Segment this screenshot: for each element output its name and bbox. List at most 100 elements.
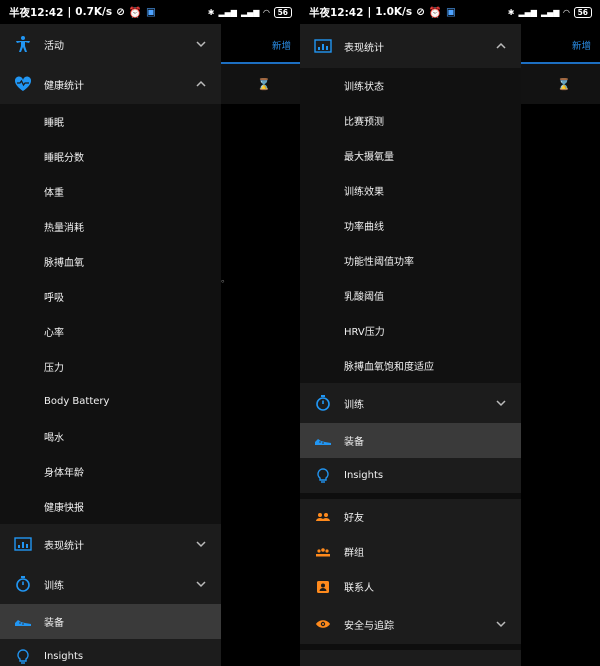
drawer-subitem-training-effect[interactable]: 训练效果 bbox=[300, 173, 521, 208]
right-screenshot: 半夜12:42 | 1.0K/s ⊘ ⏰ ▣ ✱ ▂▄▆ ▂▄▆ ◠ 56 新增… bbox=[300, 0, 600, 666]
drawer-item-gear[interactable]: 装备 bbox=[0, 604, 221, 639]
add-link[interactable]: 新增 bbox=[572, 38, 591, 52]
drawer-item-groups[interactable]: 群组 bbox=[300, 534, 521, 569]
drawer-subitem-power-curve[interactable]: 功率曲线 bbox=[300, 208, 521, 243]
drawer-subitem-hydration[interactable]: 喝水 bbox=[0, 419, 221, 454]
drawer-item-activity[interactable]: 活动 bbox=[0, 24, 221, 64]
drawer-subitem-health-snapshot[interactable]: 健康快报 bbox=[0, 489, 221, 524]
drawer-item-label: Insights bbox=[344, 470, 384, 481]
drawer-item-contacts[interactable]: 联系人 bbox=[300, 569, 521, 604]
drawer-item-friends[interactable]: 好友 bbox=[300, 499, 521, 534]
hourglass-icon: ⌛ bbox=[257, 78, 271, 91]
drawer-subitem-respiration[interactable]: 呼吸 bbox=[0, 279, 221, 314]
health-submenu: 睡眠 睡眠分数 体重 热量消耗 脉搏血氧 呼吸 心率 压力 Body Batte… bbox=[0, 104, 221, 524]
drawer-subitem-calories[interactable]: 热量消耗 bbox=[0, 209, 221, 244]
drawer-item-health[interactable]: 健康统计 bbox=[0, 64, 221, 104]
drawer-subitem-hrv-stress[interactable]: HRV压力 bbox=[300, 313, 521, 348]
drawer-item-training[interactable]: 训练 bbox=[0, 564, 221, 604]
drawer-item-label: 训练 bbox=[44, 580, 64, 592]
drawer-item-label: 活动 bbox=[44, 40, 64, 52]
drawer-item-safety[interactable]: 安全与追踪 bbox=[300, 604, 521, 644]
signal-icon: ▂▄▆ bbox=[518, 7, 537, 17]
drawer-subitem-heart-rate[interactable]: 心率 bbox=[0, 314, 221, 349]
drawer-item-label: 训练 bbox=[344, 399, 364, 411]
performance-submenu: 训练状态 比赛预测 最大摄氧量 训练效果 功率曲线 功能性阈值功率 乳酸阈值 H… bbox=[300, 68, 521, 383]
drawer-item-performance[interactable]: 表现统计 bbox=[0, 524, 221, 564]
background-toolbar: ⌛ bbox=[521, 64, 600, 104]
status-bar: 半夜12:42 | 1.0K/s ⊘ ⏰ ▣ ✱ ▂▄▆ ▂▄▆ ◠ 56 bbox=[300, 0, 600, 24]
app-notification-icon: ▣ bbox=[446, 6, 456, 18]
add-link[interactable]: 新增 bbox=[272, 38, 291, 52]
battery-icon: 56 bbox=[273, 6, 292, 18]
drawer-subitem-training-status[interactable]: 训练状态 bbox=[300, 68, 521, 103]
wifi-icon: ◠ bbox=[563, 7, 570, 17]
chevron-up-icon[interactable] bbox=[195, 78, 207, 90]
drawer-item-label: 好友 bbox=[344, 513, 364, 524]
drawer-item-label: 装备 bbox=[344, 437, 364, 448]
background-mark: 。 bbox=[221, 275, 231, 285]
drawer-item-insights[interactable]: Insights bbox=[300, 458, 521, 493]
drawer-subitem-body-battery[interactable]: Body Battery bbox=[0, 384, 221, 419]
drawer-subitem-lactate-threshold[interactable]: 乳酸阈值 bbox=[300, 278, 521, 313]
lightbulb-icon bbox=[314, 467, 332, 485]
status-bar: 半夜12:42 | 0.7K/s ⊘ ⏰ ▣ ✱ ▂▄▆ ▂▄▆ ◠ 56 bbox=[0, 0, 300, 24]
drawer-item-training[interactable]: 训练 bbox=[300, 383, 521, 423]
contacts-icon bbox=[314, 578, 332, 596]
drawer-item-insights[interactable]: Insights bbox=[0, 639, 221, 666]
drawer-subitem-fitness-age[interactable]: 身体年龄 bbox=[0, 454, 221, 489]
drawer-item-label: 安全与追踪 bbox=[344, 620, 394, 632]
eye-icon bbox=[314, 615, 332, 633]
drawer-item-label: 装备 bbox=[44, 618, 64, 629]
network-speed: 0.7K/s bbox=[75, 6, 113, 18]
shoe-icon bbox=[314, 432, 332, 450]
alarm-icon: ⏰ bbox=[128, 6, 142, 19]
groups-icon bbox=[314, 543, 332, 561]
friends-icon bbox=[314, 508, 332, 526]
hourglass-icon: ⌛ bbox=[557, 78, 571, 91]
drawer-subitem-stress[interactable]: 压力 bbox=[0, 349, 221, 384]
drawer-item-gear[interactable]: 装备 bbox=[300, 423, 521, 458]
stopwatch-icon bbox=[14, 575, 32, 593]
drawer-subitem-pulse-ox-acclimation[interactable]: 脉搏血氧饱和度适应 bbox=[300, 348, 521, 383]
drawer-subitem-ftp[interactable]: 功能性阈值功率 bbox=[300, 243, 521, 278]
background-app: 新增 ⌛ bbox=[521, 24, 600, 666]
drawer-subitem-weight[interactable]: 体重 bbox=[0, 174, 221, 209]
navigation-drawer: 表现统计 训练状态 比赛预测 最大摄氧量 训练效果 功率曲线 功能性阈值功率 乳… bbox=[300, 24, 521, 666]
chevron-down-icon[interactable] bbox=[495, 397, 507, 409]
chevron-up-icon[interactable] bbox=[495, 40, 507, 52]
drawer-subitem-vo2max[interactable]: 最大摄氧量 bbox=[300, 138, 521, 173]
signal-icon-2: ▂▄▆ bbox=[540, 7, 560, 17]
drawer-item-performance[interactable]: 表现统计 bbox=[300, 24, 521, 68]
drawer-subitem-race-predictor[interactable]: 比赛预测 bbox=[300, 103, 521, 138]
stopwatch-icon bbox=[314, 394, 332, 412]
status-time: 半夜12:42 bbox=[9, 6, 64, 19]
app-notification-icon: ▣ bbox=[146, 6, 156, 18]
network-speed: 1.0K/s bbox=[375, 6, 413, 18]
section-divider bbox=[300, 644, 521, 650]
background-app: 新增 ⌛ 。 bbox=[221, 24, 300, 666]
no-disturb-icon: ⊘ bbox=[116, 6, 125, 18]
drawer-subitem-sleep[interactable]: 睡眠 bbox=[0, 104, 221, 139]
chevron-down-icon[interactable] bbox=[195, 38, 207, 50]
drawer-item-label: 联系人 bbox=[344, 583, 374, 594]
drawer-subitem-pulse-ox[interactable]: 脉搏血氧 bbox=[0, 244, 221, 279]
no-disturb-icon: ⊘ bbox=[416, 6, 425, 18]
battery-icon: 56 bbox=[573, 6, 592, 18]
drawer-item-label: Insights bbox=[44, 651, 84, 662]
chevron-down-icon[interactable] bbox=[495, 618, 507, 630]
signal-icon: ▂▄▆ bbox=[218, 7, 237, 17]
drawer-item-label: 健康统计 bbox=[44, 80, 84, 92]
drawer-item-label: 群组 bbox=[344, 548, 364, 559]
drawer-item-label: 表现统计 bbox=[344, 42, 384, 54]
signal-icon-2: ▂▄▆ bbox=[240, 7, 260, 17]
chevron-down-icon[interactable] bbox=[195, 578, 207, 590]
navigation-drawer: 活动 健康统计 睡眠 睡眠分数 体重 热量消耗 脉搏血氧 呼吸 心率 压力 Bo… bbox=[0, 24, 221, 666]
activity-icon bbox=[14, 35, 32, 53]
background-toolbar: ⌛ bbox=[221, 64, 300, 104]
performance-chart-icon bbox=[314, 37, 332, 55]
performance-chart-icon bbox=[14, 535, 32, 553]
shoe-icon bbox=[14, 613, 32, 631]
alarm-icon: ⏰ bbox=[428, 6, 442, 19]
chevron-down-icon[interactable] bbox=[195, 538, 207, 550]
drawer-subitem-sleep-score[interactable]: 睡眠分数 bbox=[0, 139, 221, 174]
